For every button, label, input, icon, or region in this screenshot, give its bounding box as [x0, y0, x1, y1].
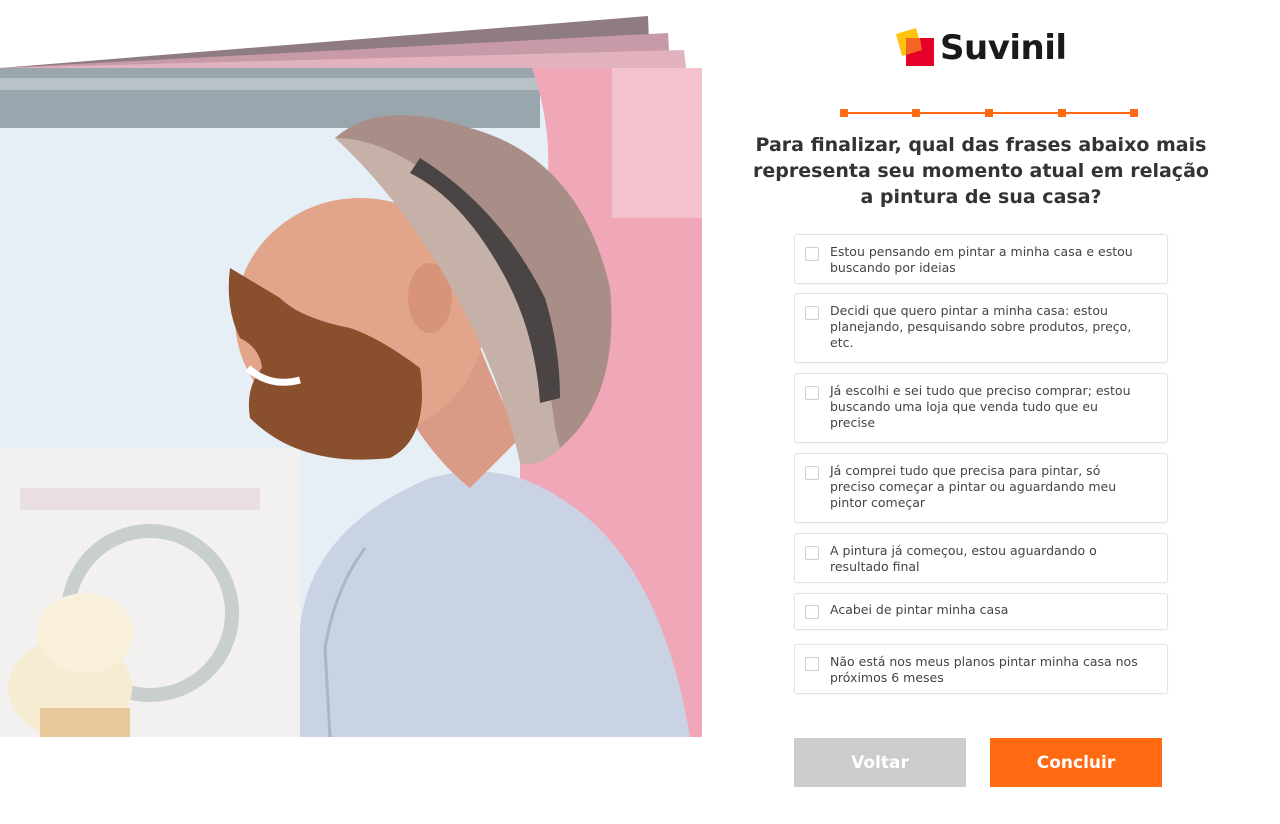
- option-4-label: Já comprei tudo que precisa para pintar,…: [830, 463, 1117, 510]
- option-2-checkbox[interactable]: [805, 306, 819, 320]
- option-5[interactable]: A pintura já começou, estou aguardando o…: [794, 533, 1168, 583]
- suvinil-logo-mark: [896, 28, 934, 66]
- page-stack-decoration: [0, 16, 686, 68]
- progress-step-5: [1130, 109, 1138, 117]
- option-7-checkbox[interactable]: [805, 657, 819, 671]
- option-4-checkbox[interactable]: [805, 466, 819, 480]
- question-title: Para finalizar, qual das frases abaixo m…: [753, 134, 1209, 208]
- back-button[interactable]: Voltar: [794, 738, 966, 787]
- progress-step-3: [985, 109, 993, 117]
- option-2[interactable]: Decidi que quero pintar a minha casa: es…: [794, 293, 1168, 363]
- progress-step-2: [912, 109, 920, 117]
- progress-step-1: [840, 109, 848, 117]
- option-5-label: A pintura já começou, estou aguardando o…: [830, 543, 1097, 574]
- progress-stepper: [840, 108, 1138, 118]
- finish-button[interactable]: Concluir: [990, 738, 1162, 787]
- option-1-checkbox[interactable]: [805, 247, 819, 261]
- option-3-checkbox[interactable]: [805, 386, 819, 400]
- option-6[interactable]: Acabei de pintar minha casa: [794, 593, 1168, 630]
- suvinil-logo: Suvinil: [894, 27, 1067, 69]
- option-7-label: Não está nos meus planos pintar minha ca…: [830, 654, 1138, 685]
- option-6-label: Acabei de pintar minha casa: [830, 602, 1009, 617]
- man-laughing-photo: [0, 68, 702, 737]
- option-6-checkbox[interactable]: [805, 605, 819, 619]
- option-4[interactable]: Já comprei tudo que precisa para pintar,…: [794, 453, 1168, 523]
- option-3-label: Já escolhi e sei tudo que preciso compra…: [830, 383, 1131, 430]
- progress-step-4: [1058, 109, 1066, 117]
- option-1-label: Estou pensando em pintar a minha casa e …: [830, 244, 1133, 275]
- brand-name: Suvinil: [940, 28, 1067, 68]
- option-2-label: Decidi que quero pintar a minha casa: es…: [830, 303, 1132, 350]
- option-1[interactable]: Estou pensando em pintar a minha casa e …: [794, 234, 1168, 284]
- option-5-checkbox[interactable]: [805, 546, 819, 560]
- hero-photo-area: [0, 0, 702, 737]
- option-3[interactable]: Já escolhi e sei tudo que preciso compra…: [794, 373, 1168, 443]
- option-7[interactable]: Não está nos meus planos pintar minha ca…: [794, 644, 1168, 694]
